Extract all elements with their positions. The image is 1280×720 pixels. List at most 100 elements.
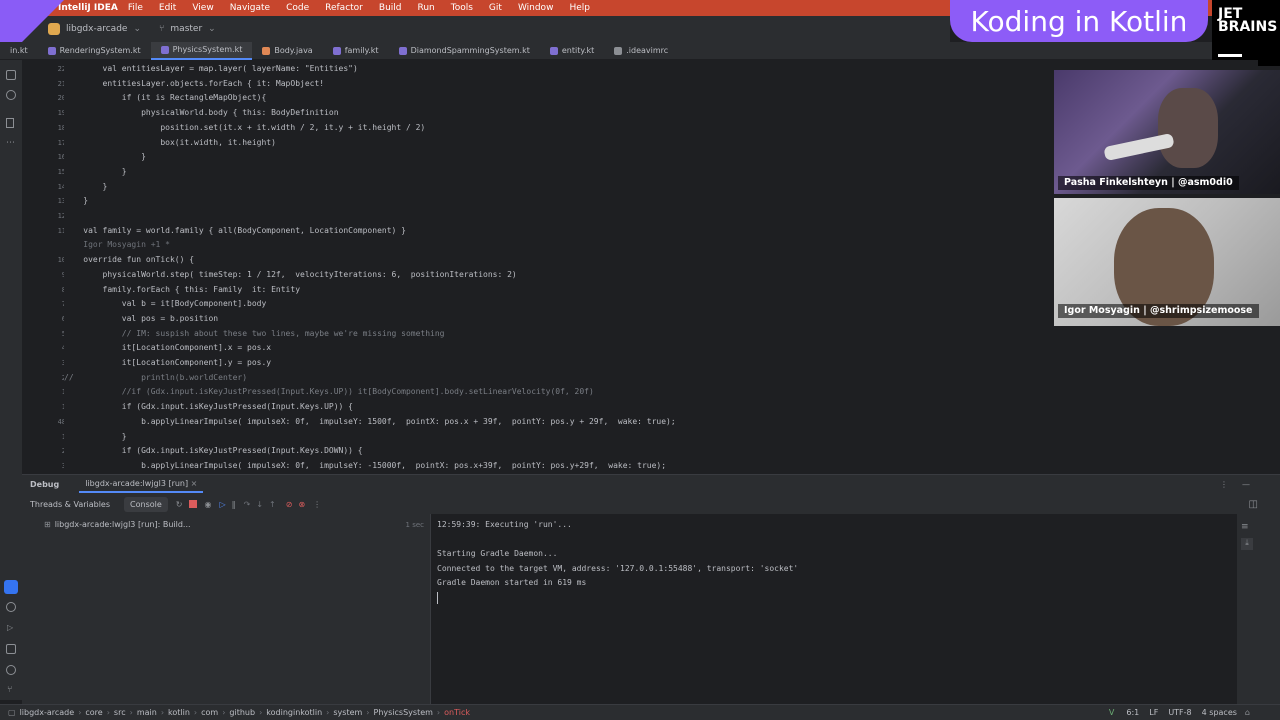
breadcrumb-core[interactable]: core: [85, 708, 102, 717]
tab-physics-system[interactable]: PhysicsSystem.kt: [150, 41, 253, 60]
terminal-tool-icon[interactable]: [6, 644, 16, 654]
tab-console[interactable]: Console: [124, 496, 168, 512]
lock-icon[interactable]: ⌂: [1245, 708, 1250, 717]
tab-label: DiamondSpammingSystem.kt: [410, 46, 530, 55]
menu-git[interactable]: Git: [489, 3, 502, 13]
menu-run[interactable]: Run: [417, 3, 434, 13]
tab-label: family.kt: [344, 46, 379, 55]
tab-family[interactable]: family.kt: [323, 42, 389, 60]
project-selector[interactable]: libgdx-arcade: [66, 24, 127, 34]
menu-tools[interactable]: Tools: [451, 3, 473, 13]
tab-diamond-spamming[interactable]: DiamondSpammingSystem.kt: [389, 42, 540, 60]
code-line: family.forEach { this: Family it: Entity: [64, 284, 301, 294]
code-author-hint: Igor Mosyagin +1 *: [64, 240, 170, 250]
close-icon[interactable]: ×: [191, 479, 198, 488]
vim-mode-icon[interactable]: V: [1109, 708, 1114, 717]
project-tool-icon[interactable]: [6, 70, 16, 80]
stop-icon[interactable]: [188, 500, 197, 508]
indent-setting[interactable]: 4 spaces: [1202, 708, 1237, 717]
breadcrumb-package[interactable]: kodinginkotlin: [266, 708, 322, 717]
run-tool-icon[interactable]: ▷: [7, 623, 13, 632]
breadcrumb-github[interactable]: github: [229, 708, 255, 717]
tab-body-java[interactable]: Body.java: [252, 42, 322, 60]
menu-navigate[interactable]: Navigate: [230, 3, 270, 13]
file-encoding[interactable]: UTF-8: [1168, 708, 1191, 717]
layout-icon[interactable]: ◫: [1249, 499, 1258, 510]
code-line: if (it is RectangleMapObject){: [64, 93, 267, 103]
step-into-icon[interactable]: ↓: [256, 500, 263, 509]
more-tools-icon[interactable]: ⋯: [6, 138, 15, 148]
module-icon: ▢: [8, 708, 16, 717]
code-line: val pos = b.position: [64, 313, 219, 323]
minimize-icon[interactable]: —: [1242, 480, 1250, 489]
mute-breakpoints-icon[interactable]: ⊗: [298, 500, 305, 509]
breadcrumb-src[interactable]: src: [114, 708, 126, 717]
breakpoint-icon[interactable]: ⊘: [286, 500, 293, 509]
chevron-right-icon: ›: [78, 708, 82, 717]
line-number: 15: [57, 167, 66, 176]
chevron-down-icon: ⌄: [133, 24, 141, 34]
code-line: if (Gdx.input.isKeyJustPressed(Input.Key…: [64, 446, 363, 456]
branch-selector[interactable]: master: [170, 24, 202, 34]
breadcrumb-system[interactable]: system: [333, 708, 362, 717]
menu-help[interactable]: Help: [569, 3, 590, 13]
left-tool-strip: ⋯ ▷ ⑂: [0, 60, 22, 700]
line-number: 6: [44, 312, 66, 326]
console-output[interactable]: 12:59:39: Executing 'run'... Starting Gr…: [431, 514, 1227, 704]
kotlin-file-icon: [549, 46, 558, 55]
debug-session-tab[interactable]: libgdx-arcade:lwjgl3 [run] ×: [79, 476, 204, 493]
breadcrumb-function[interactable]: onTick: [444, 708, 470, 717]
build-duration: 1 sec: [405, 521, 424, 529]
run-config-icon: ⊞: [44, 520, 51, 529]
menu-view[interactable]: View: [192, 3, 213, 13]
bookmarks-tool-icon[interactable]: [6, 118, 14, 128]
menu-refactor[interactable]: Refactor: [325, 3, 363, 13]
debug-tool-icon[interactable]: [4, 580, 18, 594]
breadcrumb-project[interactable]: libgdx-arcade: [20, 708, 75, 717]
git-tool-icon[interactable]: ⑂: [7, 685, 12, 695]
scroll-to-end-icon[interactable]: ⤓: [1241, 538, 1253, 550]
menu-edit[interactable]: Edit: [159, 3, 176, 13]
chevron-right-icon: ›: [160, 708, 165, 717]
breadcrumb-com[interactable]: com: [201, 708, 218, 717]
menu-build[interactable]: Build: [379, 3, 402, 13]
rerun-icon[interactable]: ↻: [176, 500, 183, 509]
tab-in[interactable]: in.kt: [0, 42, 38, 60]
resume-icon[interactable]: ▷: [219, 500, 225, 509]
code-line: it[LocationComponent].x = pos.x: [64, 343, 272, 353]
view-breakpoints-icon[interactable]: ◉: [205, 500, 212, 509]
breadcrumb-class[interactable]: PhysicsSystem: [374, 708, 433, 717]
breadcrumb-main[interactable]: main: [137, 708, 157, 717]
soft-wrap-icon[interactable]: ≡: [1241, 522, 1249, 532]
code-line: }: [64, 181, 108, 191]
pause-icon[interactable]: ‖: [232, 500, 236, 509]
tab-label: PhysicsSystem.kt: [172, 45, 243, 54]
tab-label: Body.java: [274, 46, 313, 55]
menu-file[interactable]: File: [128, 3, 143, 13]
caret-position[interactable]: 6:1: [1126, 708, 1139, 717]
jetbrains-logo: JET BRAINS: [1212, 0, 1280, 66]
step-over-icon[interactable]: ↷: [244, 500, 251, 509]
step-out-icon[interactable]: ↑: [269, 500, 276, 509]
code-line: override fun onTick() {: [64, 255, 195, 265]
tab-ideavimrc[interactable]: .ideavimrc: [604, 42, 678, 60]
tab-label: .ideavimrc: [626, 46, 669, 55]
tab-rendering-system[interactable]: RenderingSystem.kt: [38, 42, 151, 60]
code-line: b.applyLinearImpulse( impulseX: 0f, impu…: [64, 416, 676, 426]
more-options-icon[interactable]: ⋮: [1220, 480, 1228, 489]
thread-list-item[interactable]: ⊞ libgdx-arcade:lwjgl3 [run]: Build...: [44, 520, 191, 529]
more-options-icon[interactable]: ⋮: [313, 500, 321, 509]
tab-label: RenderingSystem.kt: [59, 46, 141, 55]
services-tool-icon[interactable]: [6, 602, 16, 612]
breadcrumb-kotlin[interactable]: kotlin: [168, 708, 190, 717]
menu-code[interactable]: Code: [286, 3, 309, 13]
menu-window[interactable]: Window: [518, 3, 554, 13]
line-ending[interactable]: LF: [1149, 708, 1158, 717]
problems-tool-icon[interactable]: [6, 665, 16, 675]
project-icon: [48, 23, 60, 35]
tab-threads-variables[interactable]: Threads & Variables: [30, 500, 110, 509]
line-number: 3: [44, 459, 66, 473]
tab-entity[interactable]: entity.kt: [540, 42, 604, 60]
structure-tool-icon[interactable]: [6, 90, 16, 100]
